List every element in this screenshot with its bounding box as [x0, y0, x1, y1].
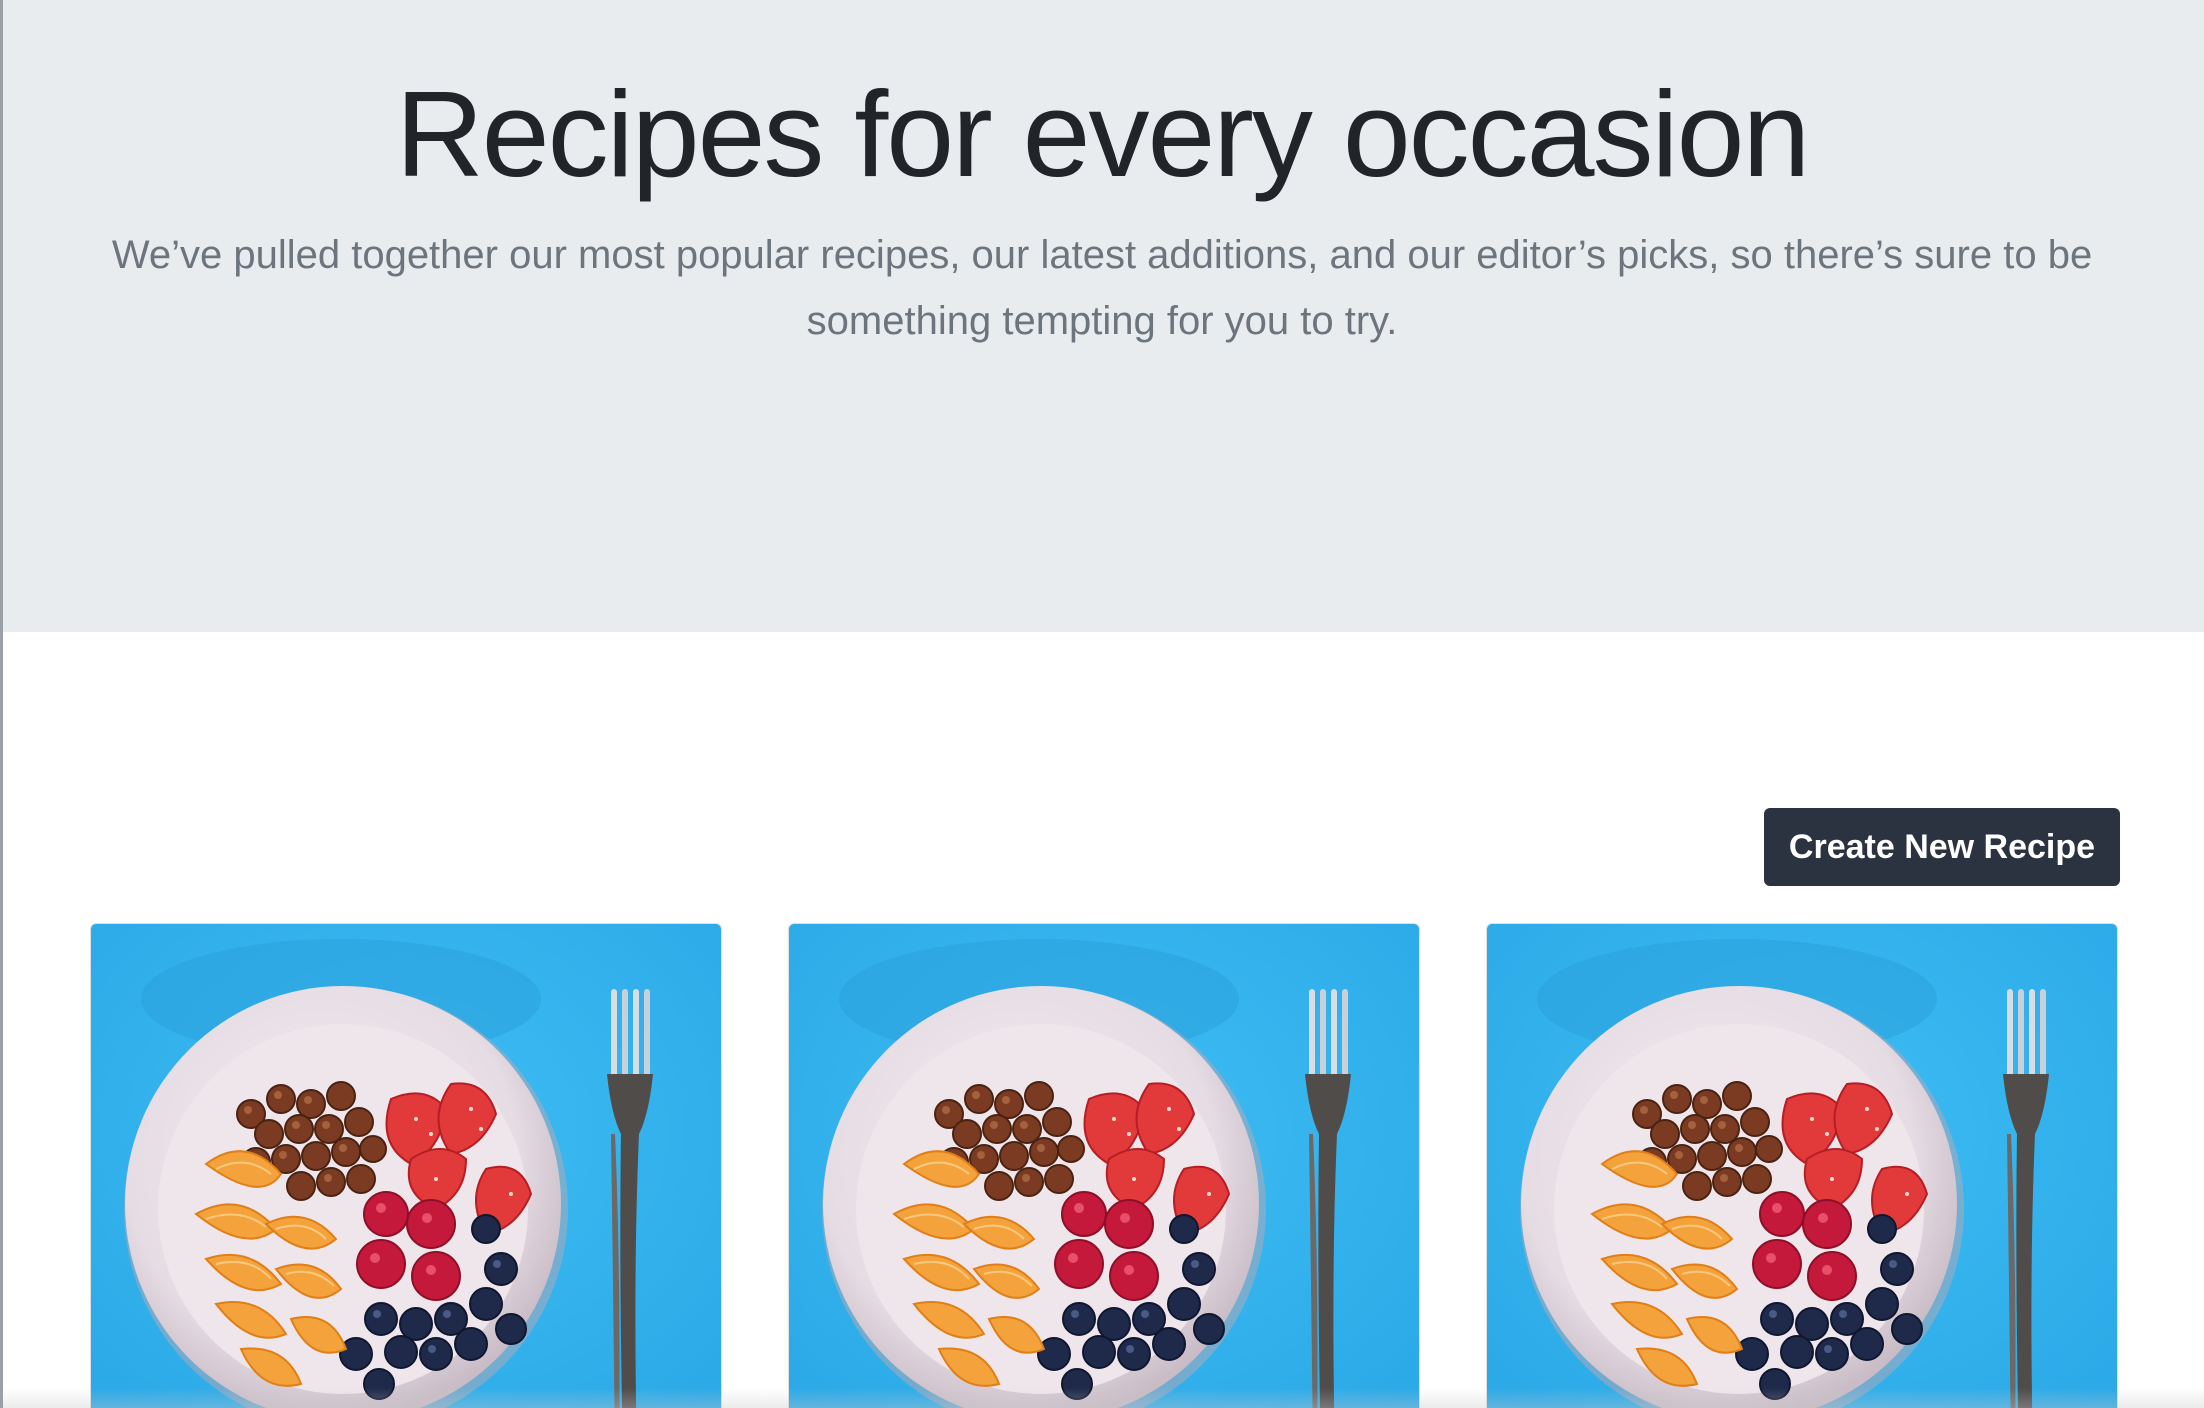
recipe-image-fruit-bowl: [1487, 924, 2117, 1408]
recipes-page: Recipes for every occasion We’ve pulled …: [0, 0, 2204, 1408]
scroll-edge-shadow: [0, 1388, 2204, 1408]
hero-lead-text: We’ve pulled together our most popular r…: [111, 233, 2093, 343]
recipe-card[interactable]: [1486, 923, 2118, 1408]
recipe-card[interactable]: [90, 923, 722, 1408]
recipe-image-fruit-bowl: [91, 924, 721, 1408]
create-new-recipe-button[interactable]: Create New Recipe: [1764, 808, 2120, 886]
window-left-border: [0, 0, 3, 1408]
recipe-image-fruit-bowl: [789, 924, 1419, 1408]
page-title: Recipes for every occasion: [395, 66, 1811, 202]
hero-jumbotron: Recipes for every occasion We’ve pulled …: [0, 0, 2204, 632]
recipe-card[interactable]: [788, 923, 1420, 1408]
